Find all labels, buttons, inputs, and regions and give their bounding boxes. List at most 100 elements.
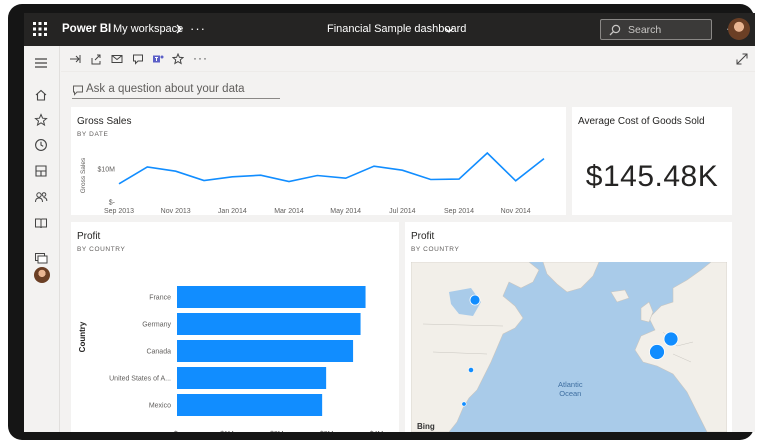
- x-tick-label: Nov 2014: [501, 208, 531, 215]
- powerbi-window: Power BI My workspace ··· Financial Samp…: [24, 13, 755, 432]
- line-point: [401, 169, 403, 171]
- x-tick-label: Sep 2014: [444, 208, 474, 215]
- line-point: [429, 178, 431, 180]
- search-box[interactable]: Search: [600, 19, 712, 40]
- tile-profit-by-country-map[interactable]: Profit BY COUNTRY Atlantic Ocean Bing: [405, 222, 732, 432]
- search-placeholder: Search: [628, 24, 662, 36]
- learn-book-icon[interactable]: [34, 216, 48, 230]
- tile-gross-sales[interactable]: Gross Sales BY DATE Gross Sales $- $10M Sep…: [71, 107, 566, 215]
- x-tick-label: May 2014: [330, 208, 361, 215]
- file-arrow-icon[interactable]: [69, 53, 81, 65]
- bubble-germany: [663, 331, 679, 347]
- fullscreen-expand-icon[interactable]: [736, 53, 748, 65]
- my-workspace-avatar[interactable]: [34, 267, 50, 283]
- map-landmass: [411, 262, 727, 432]
- dashboard-toolbar: ···: [61, 46, 755, 72]
- home-icon[interactable]: [34, 88, 48, 102]
- gross-sales-line-chart: Gross Sales $- $10M Sep 2013 Nov 2013 Jan 201…: [80, 151, 545, 215]
- brand-name[interactable]: Power BI: [62, 23, 111, 35]
- bubble-united-states: [468, 367, 474, 373]
- x-tick-label: Mar 2014: [274, 208, 304, 215]
- line-point: [514, 180, 516, 182]
- bubble-canada: [469, 294, 481, 306]
- teams-icon[interactable]: [152, 53, 164, 65]
- category-label: France: [149, 295, 171, 302]
- tile-title: Average Cost of Goods Sold: [578, 116, 705, 127]
- y-tick-label: $-: [109, 200, 116, 207]
- top-bar: Power BI My workspace ··· Financial Samp…: [24, 13, 755, 46]
- line-point: [118, 183, 120, 185]
- share-icon[interactable]: [90, 53, 102, 65]
- line-point: [543, 157, 545, 159]
- left-nav: [24, 46, 60, 432]
- line-point: [288, 180, 290, 182]
- line-point: [373, 165, 375, 167]
- toolbar-more-button[interactable]: ···: [193, 51, 208, 65]
- x-tick-label: $4M: [370, 431, 384, 432]
- apps-icon[interactable]: [34, 164, 48, 178]
- x-tick-label: $-: [174, 431, 181, 432]
- ocean-label-line-1: Atlantic: [558, 380, 583, 389]
- category-label: Germany: [142, 322, 171, 329]
- tile-avg-cogs[interactable]: Average Cost of Goods Sold $145.48K: [572, 107, 732, 215]
- breadcrumb-more-button[interactable]: ···: [190, 21, 206, 36]
- x-tick-label: Jan 2014: [218, 208, 247, 215]
- x-tick-label: $2M: [270, 431, 284, 432]
- x-tick-label: Jul 2014: [389, 208, 416, 215]
- profit-bar[interactable]: [177, 313, 361, 335]
- breadcrumb-workspace[interactable]: My workspace: [113, 23, 183, 35]
- line-point: [316, 174, 318, 176]
- line-point: [458, 178, 460, 180]
- greenland-land: [542, 262, 600, 293]
- tile-profit-by-country-bar[interactable]: Profit BY COUNTRY Country France Germany Ca…: [71, 222, 399, 432]
- chevron-right-icon: [176, 24, 182, 34]
- line-point: [259, 174, 261, 176]
- qna-placeholder: Ask a question about your data: [86, 83, 245, 95]
- iceland-land: [610, 289, 630, 303]
- workspaces-icon[interactable]: [34, 251, 48, 265]
- category-label: Mexico: [149, 403, 171, 410]
- recent-clock-icon[interactable]: [34, 138, 48, 152]
- europe-land: [634, 262, 727, 432]
- hamburger-menu-icon[interactable]: [34, 56, 48, 70]
- profit-bar[interactable]: [177, 340, 354, 362]
- y-axis-label: Country: [78, 321, 87, 352]
- ocean-label-line-2: Ocean: [559, 389, 582, 398]
- profit-bar[interactable]: [177, 367, 327, 389]
- x-tick-label: $3M: [320, 431, 334, 432]
- x-tick-label: Nov 2013: [161, 208, 191, 215]
- subscribe-mail-icon[interactable]: [111, 53, 123, 65]
- shared-with-me-icon[interactable]: [34, 190, 48, 204]
- device-frame: Power BI My workspace ··· Financial Samp…: [8, 4, 755, 440]
- map-attribution: Bing: [417, 422, 435, 431]
- kpi-value: $145.48K: [585, 160, 719, 193]
- app-launcher-icon[interactable]: [32, 21, 48, 37]
- line-point: [146, 166, 148, 168]
- line-point: [174, 170, 176, 172]
- y-tick-label: $10M: [97, 166, 115, 173]
- line-point: [344, 177, 346, 179]
- profit-map[interactable]: Atlantic Ocean Bing: [411, 262, 727, 432]
- favorites-star-icon[interactable]: [34, 113, 48, 127]
- y-axis-label: Gross Sales: [80, 157, 87, 193]
- bubble-france: [649, 344, 665, 360]
- profit-bar[interactable]: [177, 394, 323, 416]
- map-ocean-label: Atlantic Ocean: [558, 380, 583, 398]
- x-tick-label: Sep 2013: [104, 208, 134, 215]
- profit-bar[interactable]: [177, 286, 366, 308]
- qna-input[interactable]: Ask a question about your data: [72, 81, 280, 99]
- category-label: United States of A...: [109, 376, 171, 383]
- chevron-down-icon[interactable]: [444, 25, 454, 35]
- favorite-star-icon[interactable]: [172, 53, 184, 65]
- gross-sales-series-line: [118, 151, 545, 185]
- comments-icon[interactable]: [132, 53, 144, 65]
- line-point: [486, 152, 488, 154]
- x-tick-label: $1M: [220, 431, 234, 432]
- north-america-land: [411, 262, 540, 432]
- tile-title: Profit: [411, 231, 435, 242]
- user-avatar[interactable]: [728, 18, 750, 40]
- search-icon: [609, 24, 621, 36]
- bubble-mexico: [461, 401, 467, 407]
- category-label: Canada: [146, 349, 171, 356]
- profit-bar-chart: Country France Germany Canada United States …: [78, 286, 384, 432]
